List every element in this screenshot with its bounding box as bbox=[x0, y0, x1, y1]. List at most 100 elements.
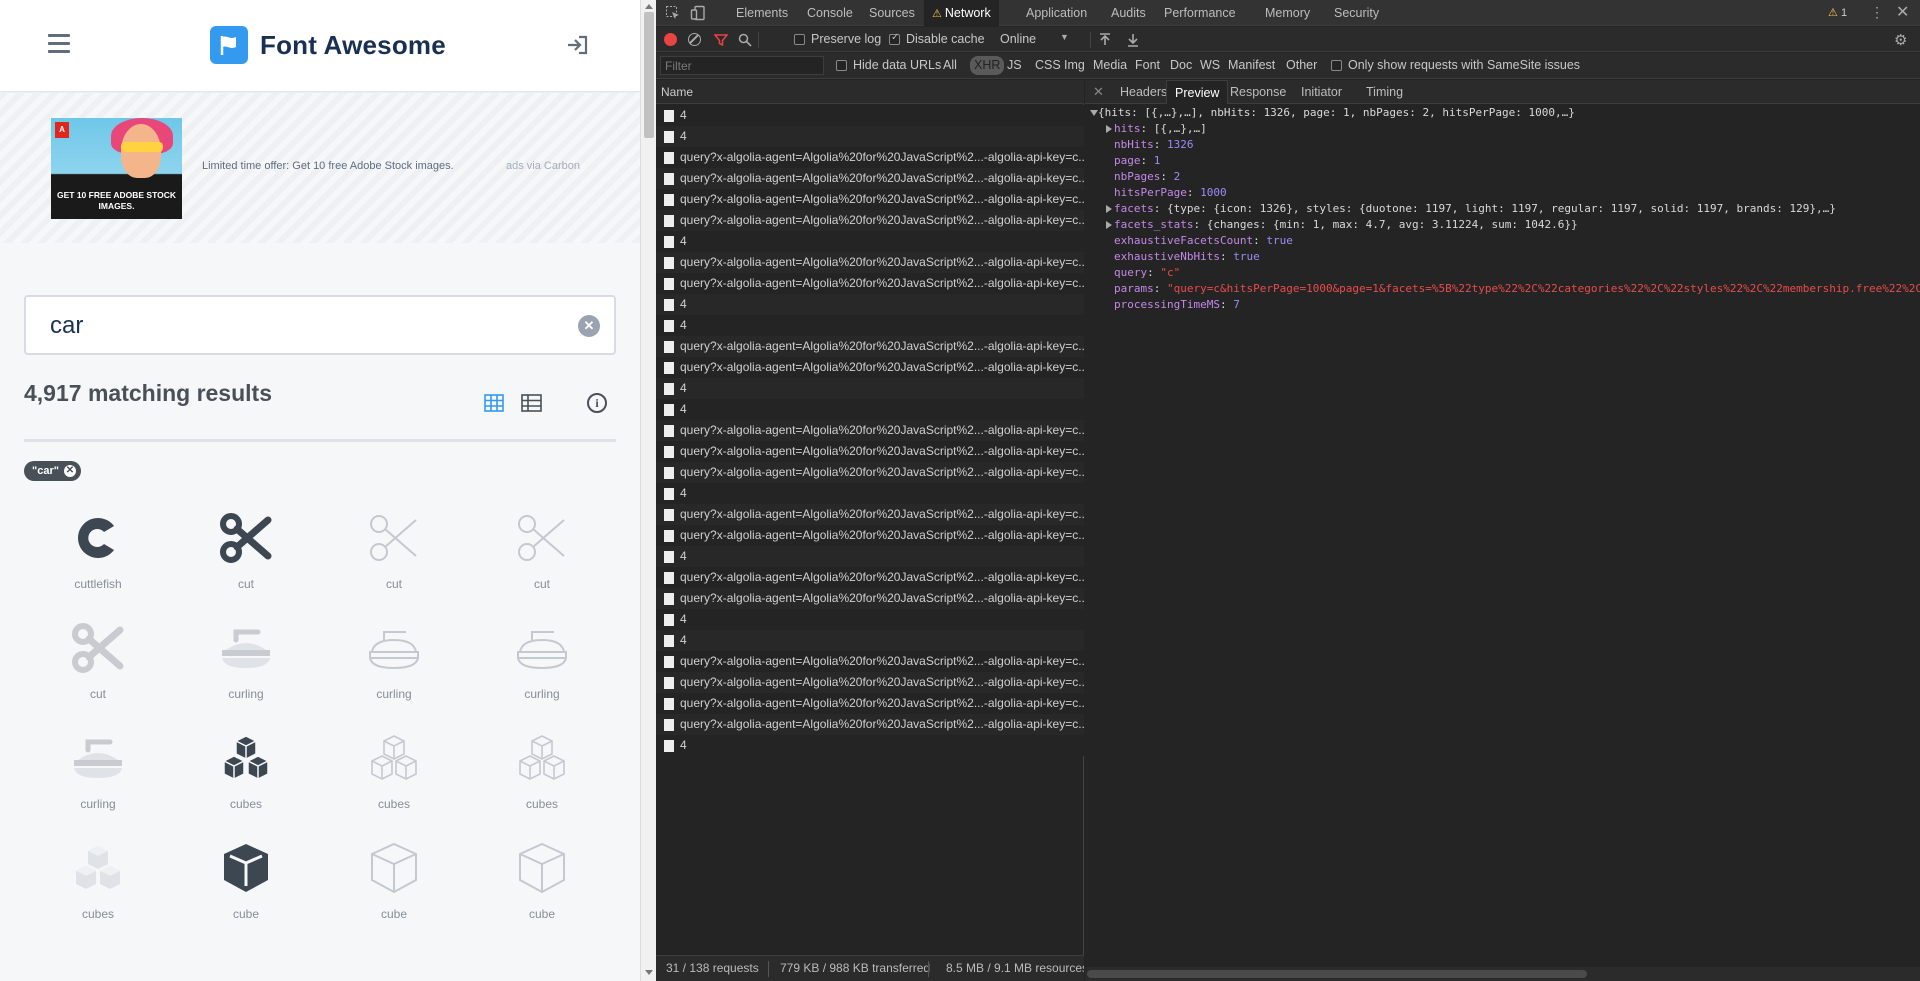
chevron-down-icon[interactable]: ▼ bbox=[1060, 32, 1069, 42]
ad-image[interactable]: A GET 10 FREE ADOBE STOCK IMAGES. bbox=[51, 118, 182, 219]
type-filter-ws[interactable]: WS bbox=[1200, 58, 1220, 72]
clear-icon[interactable] bbox=[688, 33, 701, 46]
icon-result[interactable]: cube bbox=[172, 830, 320, 940]
ad-text[interactable]: Limited time offer: Get 10 free Adobe St… bbox=[202, 160, 454, 172]
request-row[interactable]: 4 bbox=[656, 378, 1084, 399]
scrollbar-thumb[interactable] bbox=[644, 12, 654, 138]
import-har-icon[interactable] bbox=[1099, 33, 1111, 50]
tab-console[interactable]: Console bbox=[799, 0, 861, 26]
tab-network[interactable]: ⚠ Network bbox=[924, 0, 999, 26]
preserve-log-checkbox[interactable] bbox=[794, 34, 805, 45]
tab-audits[interactable]: Audits bbox=[1103, 0, 1154, 26]
info-icon[interactable]: i bbox=[587, 393, 607, 413]
scroll-up-arrow-icon[interactable] bbox=[645, 4, 653, 9]
icon-result[interactable]: cut bbox=[24, 610, 172, 720]
type-filter-other[interactable]: Other bbox=[1286, 58, 1317, 72]
type-filter-font[interactable]: Font bbox=[1135, 58, 1160, 72]
grid-view-icon[interactable] bbox=[484, 394, 504, 412]
filter-icon[interactable] bbox=[713, 33, 729, 50]
close-detail-icon[interactable]: ✕ bbox=[1093, 84, 1104, 100]
samesite-checkbox[interactable] bbox=[1331, 60, 1342, 71]
request-row[interactable]: query?x-algolia-agent=Algolia%20for%20Ja… bbox=[656, 189, 1084, 210]
icon-result[interactable]: cube bbox=[468, 830, 616, 940]
search-input[interactable] bbox=[50, 309, 550, 343]
type-filter-all[interactable]: All bbox=[943, 58, 957, 72]
icon-result[interactable]: cubes bbox=[468, 720, 616, 830]
disable-cache-checkbox[interactable] bbox=[889, 32, 900, 45]
type-filter-img[interactable]: Img bbox=[1064, 58, 1085, 72]
request-row[interactable]: query?x-algolia-agent=Algolia%20for%20Ja… bbox=[656, 147, 1084, 168]
detail-tab-response[interactable]: Response bbox=[1222, 80, 1294, 104]
request-row[interactable]: 4 bbox=[656, 483, 1084, 504]
request-row[interactable]: query?x-algolia-agent=Algolia%20for%20Ja… bbox=[656, 273, 1084, 294]
close-devtools-icon[interactable]: ✕ bbox=[1896, 2, 1909, 22]
tab-memory[interactable]: Memory bbox=[1257, 0, 1318, 26]
type-filter-js[interactable]: JS bbox=[1007, 58, 1022, 72]
type-filter-media[interactable]: Media bbox=[1093, 58, 1127, 72]
site-logo[interactable]: Font Awesome bbox=[210, 26, 446, 64]
icon-result[interactable]: cut bbox=[320, 500, 468, 610]
request-row[interactable]: query?x-algolia-agent=Algolia%20for%20Ja… bbox=[656, 420, 1084, 441]
request-row[interactable]: query?x-algolia-agent=Algolia%20for%20Ja… bbox=[656, 672, 1084, 693]
request-row[interactable]: query?x-algolia-agent=Algolia%20for%20Ja… bbox=[656, 714, 1084, 735]
request-row[interactable]: query?x-algolia-agent=Algolia%20for%20Ja… bbox=[656, 504, 1084, 525]
menu-button[interactable] bbox=[48, 34, 72, 56]
icon-result[interactable]: cubes bbox=[24, 830, 172, 940]
request-row[interactable]: query?x-algolia-agent=Algolia%20for%20Ja… bbox=[656, 441, 1084, 462]
tab-elements[interactable]: Elements bbox=[728, 0, 796, 26]
request-row[interactable]: query?x-algolia-agent=Algolia%20for%20Ja… bbox=[656, 567, 1084, 588]
request-row[interactable]: query?x-algolia-agent=Algolia%20for%20Ja… bbox=[656, 357, 1084, 378]
type-filter-doc[interactable]: Doc bbox=[1170, 58, 1192, 72]
collapse-triangle-icon[interactable] bbox=[1106, 205, 1112, 213]
warning-counter[interactable]: ⚠ 1 bbox=[1828, 0, 1847, 26]
request-row[interactable]: 4 bbox=[656, 126, 1084, 147]
request-row[interactable]: query?x-algolia-agent=Algolia%20for%20Ja… bbox=[656, 588, 1084, 609]
icon-result[interactable]: curling bbox=[468, 610, 616, 720]
collapse-triangle-icon[interactable] bbox=[1106, 125, 1112, 133]
request-row[interactable]: 4 bbox=[656, 399, 1084, 420]
filter-chip[interactable]: "car" ✕ bbox=[24, 461, 81, 481]
preview-root-line[interactable]: {hits: [{,…},…], nbHits: 1326, page: 1, … bbox=[1085, 105, 1920, 121]
tab-performance[interactable]: Performance bbox=[1156, 0, 1244, 26]
detail-tab-preview[interactable]: Preview bbox=[1166, 80, 1229, 104]
page-scrollbar[interactable] bbox=[640, 0, 656, 981]
detail-horizontal-scrollbar[interactable] bbox=[1085, 967, 1920, 981]
record-icon[interactable] bbox=[664, 33, 677, 46]
type-filter-css[interactable]: CSS bbox=[1035, 58, 1061, 72]
remove-filter-icon[interactable]: ✕ bbox=[63, 465, 76, 477]
clear-search-icon[interactable]: ✕ bbox=[578, 315, 600, 337]
tab-security[interactable]: Security bbox=[1326, 0, 1387, 26]
throttling-select[interactable]: Online bbox=[1000, 32, 1036, 46]
tab-application[interactable]: Application bbox=[1018, 0, 1095, 26]
hide-data-urls-checkbox[interactable] bbox=[836, 60, 847, 71]
collapse-triangle-icon[interactable] bbox=[1106, 221, 1112, 229]
request-row[interactable]: 4 bbox=[656, 609, 1084, 630]
scroll-down-arrow-icon[interactable] bbox=[645, 970, 653, 975]
request-row[interactable]: 4 bbox=[656, 315, 1084, 336]
icon-result[interactable]: cubes bbox=[320, 720, 468, 830]
preview-line-facets[interactable]: facets: {type: {icon: 1326}, styles: {du… bbox=[1085, 201, 1920, 217]
expand-triangle-icon[interactable] bbox=[1090, 110, 1098, 116]
request-row[interactable]: query?x-algolia-agent=Algolia%20for%20Ja… bbox=[656, 168, 1084, 189]
icon-result[interactable]: cut bbox=[172, 500, 320, 610]
icon-result[interactable]: curling bbox=[24, 720, 172, 830]
detail-tab-timing[interactable]: Timing bbox=[1358, 80, 1411, 104]
settings-gear-icon[interactable]: ⚙ bbox=[1894, 31, 1907, 49]
request-row[interactable]: 4 bbox=[656, 630, 1084, 651]
device-toolbar-icon[interactable] bbox=[690, 5, 706, 21]
tab-sources[interactable]: Sources bbox=[861, 0, 923, 26]
icon-result[interactable]: cuttlefish bbox=[24, 500, 172, 610]
icon-result[interactable]: curling bbox=[172, 610, 320, 720]
request-row[interactable]: query?x-algolia-agent=Algolia%20for%20Ja… bbox=[656, 252, 1084, 273]
ad-via-link[interactable]: ads via Carbon bbox=[506, 160, 580, 172]
export-har-icon[interactable] bbox=[1127, 33, 1139, 50]
request-row[interactable]: query?x-algolia-agent=Algolia%20for%20Ja… bbox=[656, 336, 1084, 357]
request-row[interactable]: query?x-algolia-agent=Algolia%20for%20Ja… bbox=[656, 525, 1084, 546]
request-row[interactable]: query?x-algolia-agent=Algolia%20for%20Ja… bbox=[656, 651, 1084, 672]
icon-result[interactable]: cubes bbox=[172, 720, 320, 830]
table-view-icon[interactable] bbox=[521, 394, 542, 412]
icon-result[interactable]: cube bbox=[320, 830, 468, 940]
search-icon[interactable] bbox=[738, 33, 752, 50]
icon-result[interactable]: cut bbox=[468, 500, 616, 610]
scrollbar-thumb[interactable] bbox=[1087, 970, 1587, 978]
